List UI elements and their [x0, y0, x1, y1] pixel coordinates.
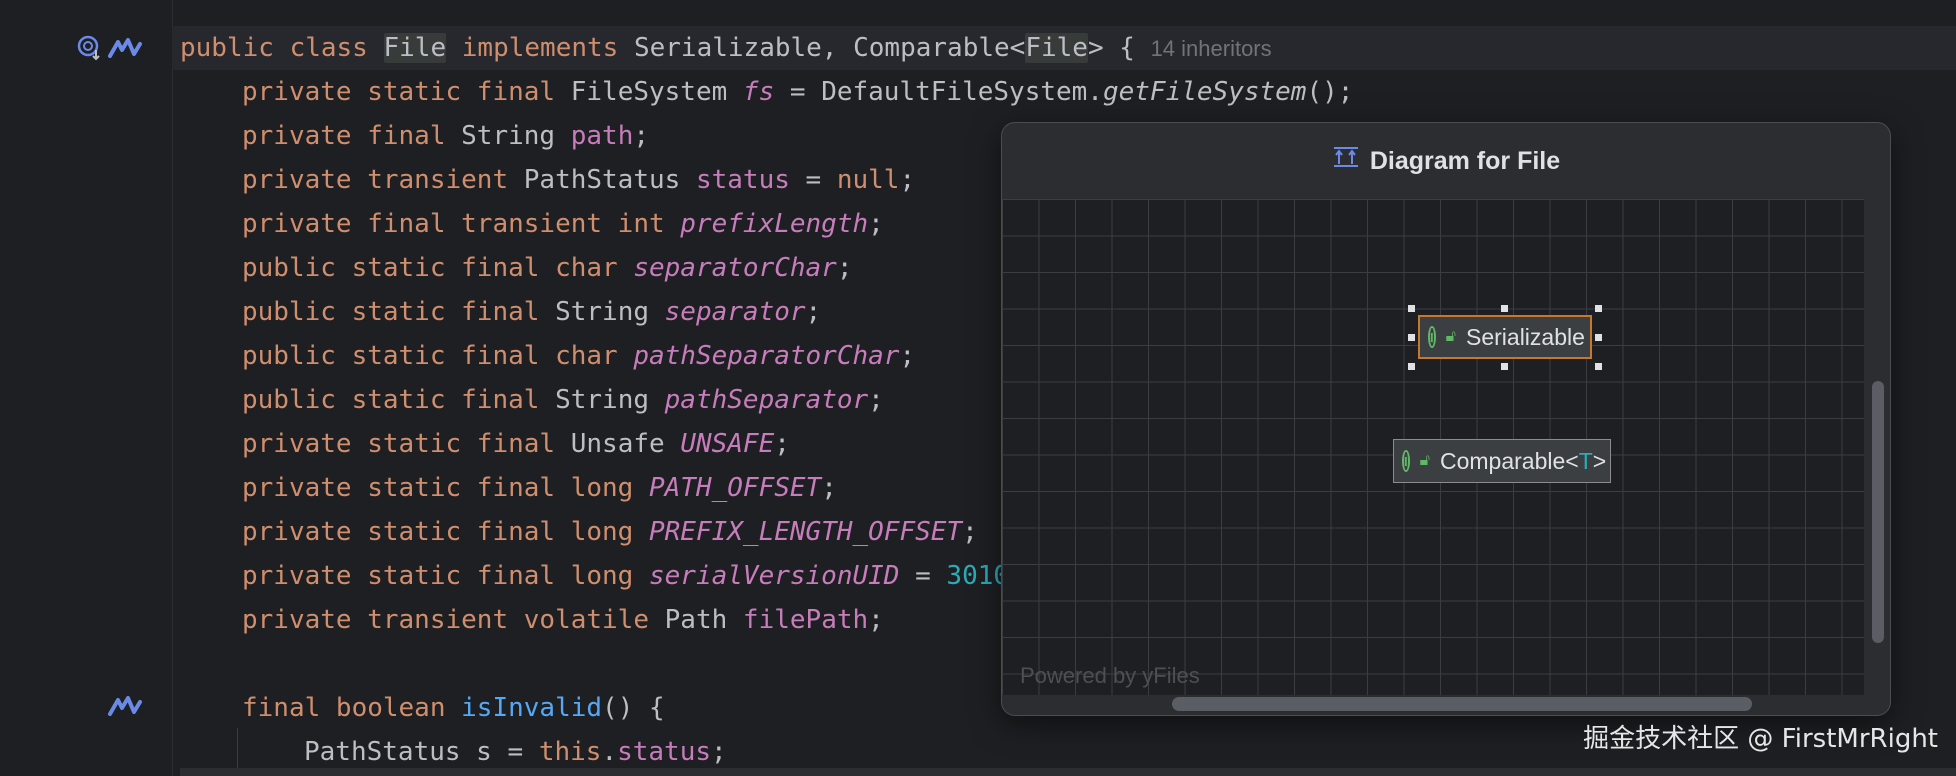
code-token: private static final	[242, 429, 571, 459]
ai-assistant-icon[interactable]	[108, 694, 144, 718]
popup-title-text: Diagram for File	[1369, 146, 1561, 175]
code-token: null	[836, 165, 900, 195]
code-token: public static final char	[242, 341, 634, 371]
code-token: > {	[1087, 33, 1151, 63]
code-token: ();	[1306, 77, 1354, 107]
code-token: fs	[742, 77, 775, 107]
code-token: getFileSystem	[1102, 77, 1307, 107]
node-label: Serializable	[1466, 323, 1585, 350]
code-token: UNSAFE	[680, 429, 775, 459]
diagram-popup[interactable]: Diagram for File I 🔓︎ Serializable I 🔓︎ …	[1001, 122, 1891, 716]
public-lock-icon: 🔓︎	[1419, 452, 1430, 469]
code-token: () {	[602, 693, 665, 723]
editor-horizontal-scrollbar[interactable]	[180, 768, 1956, 776]
code-token: =	[899, 561, 947, 591]
selection-handle[interactable]	[1408, 334, 1415, 341]
code-token: public class	[180, 33, 384, 63]
ai-assistant-icon[interactable]	[108, 36, 144, 60]
node-comparable[interactable]: I 🔓︎ Comparable<T>	[1393, 439, 1611, 483]
code-token: ;	[774, 429, 790, 459]
diagram-icon	[1332, 146, 1360, 177]
code-token: separatorChar	[633, 253, 837, 283]
code-token: path	[570, 121, 634, 151]
code-token: File	[1025, 33, 1088, 63]
code-token: private static final long	[242, 561, 649, 591]
code-token: File	[383, 33, 447, 63]
selection-handle[interactable]	[1501, 363, 1508, 370]
selection-handle[interactable]	[1408, 363, 1415, 370]
code-token: isInvalid	[461, 693, 603, 723]
code-token: private static final long	[242, 473, 649, 503]
code-token: public static final	[242, 385, 556, 415]
code-token: private static final long	[242, 517, 649, 547]
code-token: PathStatus	[523, 165, 696, 195]
code-token: ;	[962, 517, 978, 547]
selection-handle[interactable]	[1408, 305, 1415, 312]
code-token: separator	[664, 297, 806, 327]
code-token: pathSeparatorChar	[633, 341, 900, 371]
code-token: status	[617, 737, 712, 767]
code-token: ;	[711, 737, 727, 767]
code-token: pathSeparator	[664, 385, 869, 415]
inheritors-hint[interactable]: 14 inheritors	[1151, 36, 1272, 61]
editor-gutter	[0, 0, 173, 776]
node-label: Comparable<T>	[1440, 447, 1607, 474]
code-line[interactable]: public class File implements Serializabl…	[172, 26, 1956, 70]
code-token: ;	[899, 165, 916, 195]
code-token: PREFIX_LENGTH_OFFSET	[649, 517, 963, 547]
code-token: private transient volatile	[242, 605, 665, 635]
interface-icon: I	[1402, 450, 1410, 472]
code-token: 3010	[946, 561, 1010, 591]
code-token: ;	[836, 253, 853, 283]
interface-icon: I	[1428, 326, 1436, 348]
code-token: private final transient int	[242, 209, 681, 239]
code-token: final boolean	[242, 693, 462, 723]
code-token: prefixLength	[680, 209, 869, 239]
selection-handle[interactable]	[1595, 363, 1602, 370]
popup-title: Diagram for File	[1002, 123, 1890, 199]
diagram-horizontal-scrollbar[interactable]	[1172, 697, 1752, 711]
diagram-vertical-scrollbar[interactable]	[1872, 381, 1884, 643]
code-token: = DefaultFileSystem.	[774, 77, 1103, 107]
watermark: 掘金技术社区 @ FirstMrRight	[1583, 724, 1938, 754]
code-token: ;	[868, 385, 884, 415]
implemented-interface-icon[interactable]	[76, 34, 104, 62]
code-token: ;	[805, 297, 822, 327]
code-token: String	[461, 121, 571, 151]
code-token: private static final	[242, 77, 571, 107]
code-token: Path	[664, 605, 743, 635]
code-token: private final	[242, 121, 462, 151]
code-token: implements	[446, 33, 634, 63]
code-line[interactable]: private static final FileSystem fs = Def…	[172, 70, 1956, 114]
code-token: filePath	[742, 605, 869, 635]
diagram-canvas[interactable]: I 🔓︎ Serializable I 🔓︎ Comparable<T> Pow…	[1002, 199, 1864, 695]
code-token: ;	[899, 341, 916, 371]
code-token: =	[789, 165, 837, 195]
powered-by-text: Powered by yFiles	[1020, 663, 1200, 688]
code-token: PathStatus s =	[304, 737, 539, 767]
code-token: String	[555, 385, 665, 415]
selection-handle[interactable]	[1501, 305, 1508, 312]
code-token: Unsafe	[570, 429, 681, 459]
code-token: public static final char	[242, 253, 634, 283]
code-token: .	[601, 737, 618, 767]
code-token: serialVersionUID	[649, 561, 900, 591]
code-token: status	[695, 165, 790, 195]
code-token: ;	[868, 605, 884, 635]
code-token: public static final	[242, 297, 556, 327]
public-lock-icon: 🔓︎	[1445, 328, 1456, 345]
code-token: Serializable, Comparable<	[633, 33, 1026, 63]
selection-handle[interactable]	[1595, 305, 1602, 312]
code-token: FileSystem	[570, 77, 743, 107]
code-token: ;	[821, 473, 837, 503]
code-token: private transient	[242, 165, 524, 195]
code-token: String	[555, 297, 665, 327]
node-serializable[interactable]: I 🔓︎ Serializable	[1418, 315, 1592, 359]
code-token: this	[538, 737, 602, 767]
code-token: ;	[868, 209, 884, 239]
code-token: PATH_OFFSET	[649, 473, 822, 503]
selection-handle[interactable]	[1595, 334, 1602, 341]
code-token: ;	[633, 121, 650, 151]
